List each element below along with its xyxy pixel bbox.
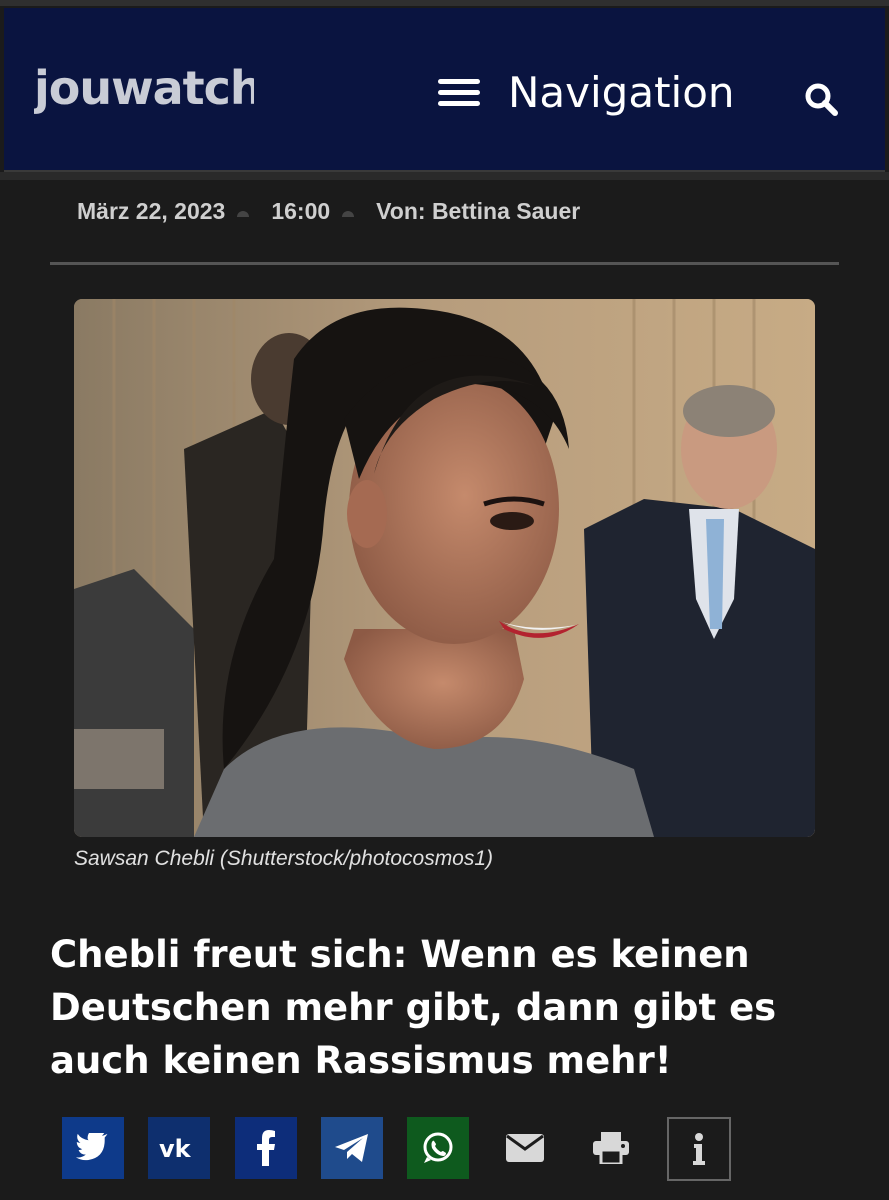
info-icon xyxy=(693,1133,705,1165)
image-caption: Sawsan Chebli (Shutterstock/photocosmos1… xyxy=(74,847,494,870)
share-email-button[interactable] xyxy=(494,1117,556,1179)
meta-divider xyxy=(50,262,839,265)
navigation-label: Navigation xyxy=(508,68,735,117)
separator-icon xyxy=(342,210,355,217)
share-vk-button[interactable]: vk xyxy=(148,1117,210,1179)
search-button[interactable] xyxy=(804,82,840,118)
jouwatch-logo: jouwatch xyxy=(32,61,263,115)
hamburger-icon xyxy=(438,78,480,107)
photo-illustration xyxy=(74,299,815,837)
navigation-button[interactable]: Navigation xyxy=(438,68,735,117)
article-headline: Chebli freut sich: Wenn es keinen Deutsc… xyxy=(50,933,777,1082)
logo-text: jouwatch xyxy=(34,61,254,115)
site-logo[interactable]: jouwatch xyxy=(32,60,263,143)
article-meta: März 22, 2023 16:00 Von: Bettina Sauer xyxy=(77,198,580,225)
share-telegram-button[interactable] xyxy=(321,1117,383,1179)
svg-text:vk: vk xyxy=(159,1136,192,1160)
top-border xyxy=(0,0,889,6)
email-icon xyxy=(506,1134,544,1162)
vk-icon: vk xyxy=(159,1136,192,1160)
share-twitter-button[interactable] xyxy=(62,1117,124,1179)
share-whatsapp-button[interactable] xyxy=(407,1117,469,1179)
whatsapp-icon xyxy=(423,1132,453,1163)
article-image xyxy=(74,299,815,837)
share-facebook-button[interactable] xyxy=(235,1117,297,1179)
print-button[interactable] xyxy=(580,1117,642,1179)
header-separator xyxy=(0,172,889,180)
print-icon xyxy=(593,1132,629,1164)
article-date: März 22, 2023 xyxy=(77,198,226,224)
search-icon xyxy=(805,83,838,116)
separator-icon xyxy=(237,210,250,217)
info-button[interactable] xyxy=(667,1117,731,1181)
article-time: 16:00 xyxy=(271,198,331,224)
telegram-icon xyxy=(335,1134,368,1162)
facebook-icon xyxy=(257,1130,275,1166)
site-header: jouwatch Navigation xyxy=(4,8,885,172)
twitter-icon xyxy=(75,1133,108,1161)
article-author[interactable]: Von: Bettina Sauer xyxy=(376,198,580,225)
